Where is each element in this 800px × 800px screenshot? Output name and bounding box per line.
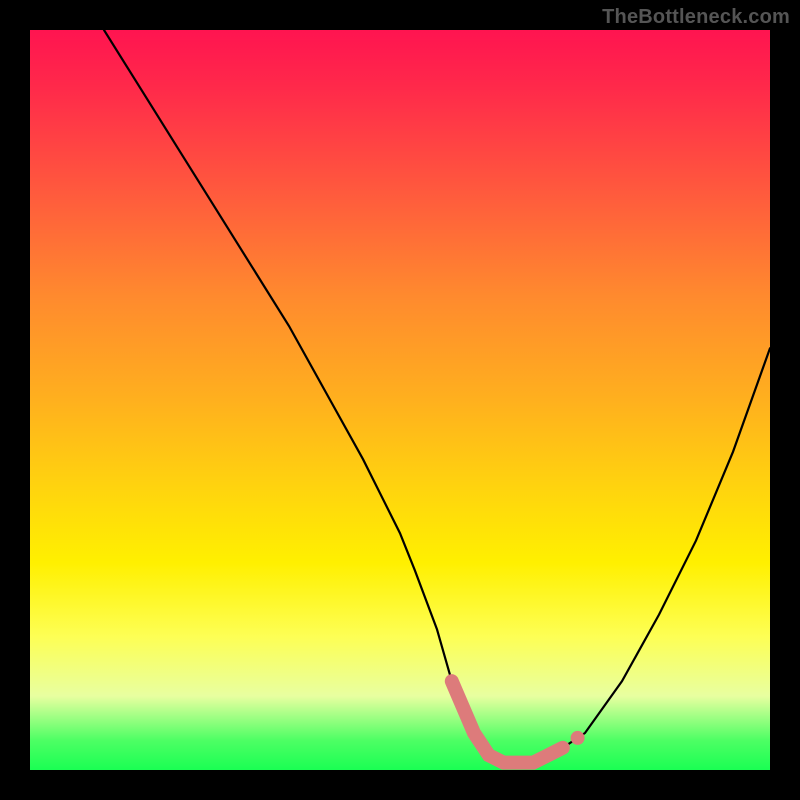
optimal-region-marker: [452, 681, 563, 762]
watermark-text: TheBottleneck.com: [602, 6, 790, 29]
bottleneck-curve: [104, 30, 770, 763]
chart-frame: TheBottleneck.com: [0, 0, 800, 800]
plot-area: [30, 30, 770, 770]
optimal-region-dot: [571, 731, 585, 745]
curve-layer: [30, 30, 770, 770]
